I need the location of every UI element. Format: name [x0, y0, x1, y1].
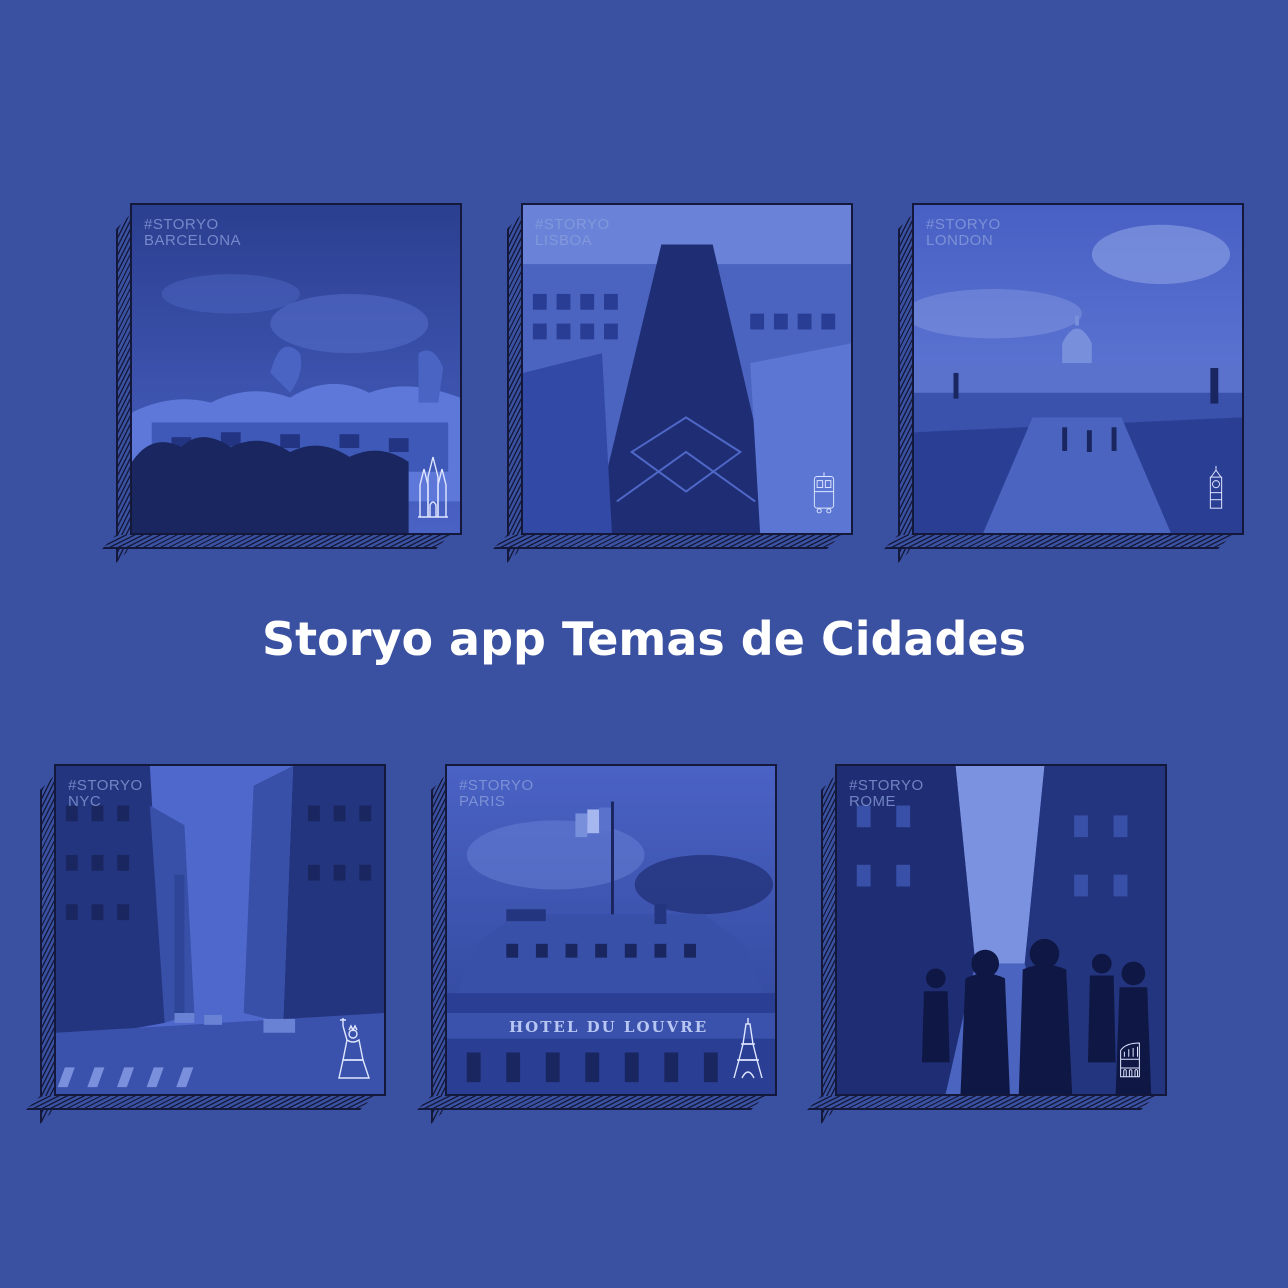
card-photo: #STORYO BARCELONA	[130, 203, 462, 535]
card-tag: #STORYO LONDON	[926, 216, 1001, 249]
card-side-hatch	[116, 215, 130, 563]
theme-card-nyc[interactable]: #STORYO NYC	[26, 764, 386, 1124]
theme-card-paris[interactable]: HOTEL DU LOUVRE #STORYO PARIS	[417, 764, 777, 1124]
lisboa-photo	[523, 205, 851, 533]
colosseum-icon	[1120, 1042, 1140, 1078]
theme-card-lisboa[interactable]: #STORYO LISBOA	[493, 203, 853, 563]
tram-icon	[813, 472, 835, 514]
statue-of-liberty-icon	[338, 1018, 370, 1079]
card-photo: HOTEL DU LOUVRE #STORYO PARIS	[445, 764, 777, 1096]
london-photo	[914, 205, 1242, 533]
theme-card-london[interactable]: #STORYO LONDON	[884, 203, 1244, 563]
hotel-sign: HOTEL DU LOUVRE	[509, 1018, 709, 1036]
card-bottom-hatch	[493, 535, 841, 549]
page-title: Storyo app Temas de Cidades	[262, 612, 1026, 666]
card-tag: #STORYO BARCELONA	[144, 216, 242, 249]
card-photo: #STORYO LONDON	[912, 203, 1244, 535]
card-photo: #STORYO NYC	[54, 764, 386, 1096]
card-tag: #STORYO NYC	[68, 777, 143, 810]
big-ben-icon	[1209, 465, 1223, 509]
card-bottom-hatch	[26, 1096, 374, 1110]
theme-card-rome[interactable]: #STORYO ROME	[807, 764, 1167, 1124]
card-side-hatch	[507, 215, 521, 563]
card-tag: #STORYO ROME	[849, 777, 924, 810]
paris-photo	[447, 766, 775, 1094]
card-side-hatch	[40, 776, 54, 1124]
card-bottom-hatch	[417, 1096, 765, 1110]
eiffel-tower-icon	[733, 1018, 763, 1079]
card-bottom-hatch	[102, 535, 450, 549]
card-photo: #STORYO ROME	[835, 764, 1167, 1096]
barcelona-photo	[132, 205, 460, 533]
card-side-hatch	[821, 776, 835, 1124]
theme-card-barcelona[interactable]: #STORYO BARCELONA	[102, 203, 462, 563]
card-side-hatch	[898, 215, 912, 563]
card-bottom-hatch	[807, 1096, 1155, 1110]
card-bottom-hatch	[884, 535, 1232, 549]
card-side-hatch	[431, 776, 445, 1124]
card-tag: #STORYO LISBOA	[535, 216, 610, 249]
card-photo: #STORYO LISBOA	[521, 203, 853, 535]
card-tag: #STORYO PARIS	[459, 777, 534, 810]
sagrada-familia-icon	[418, 456, 448, 518]
